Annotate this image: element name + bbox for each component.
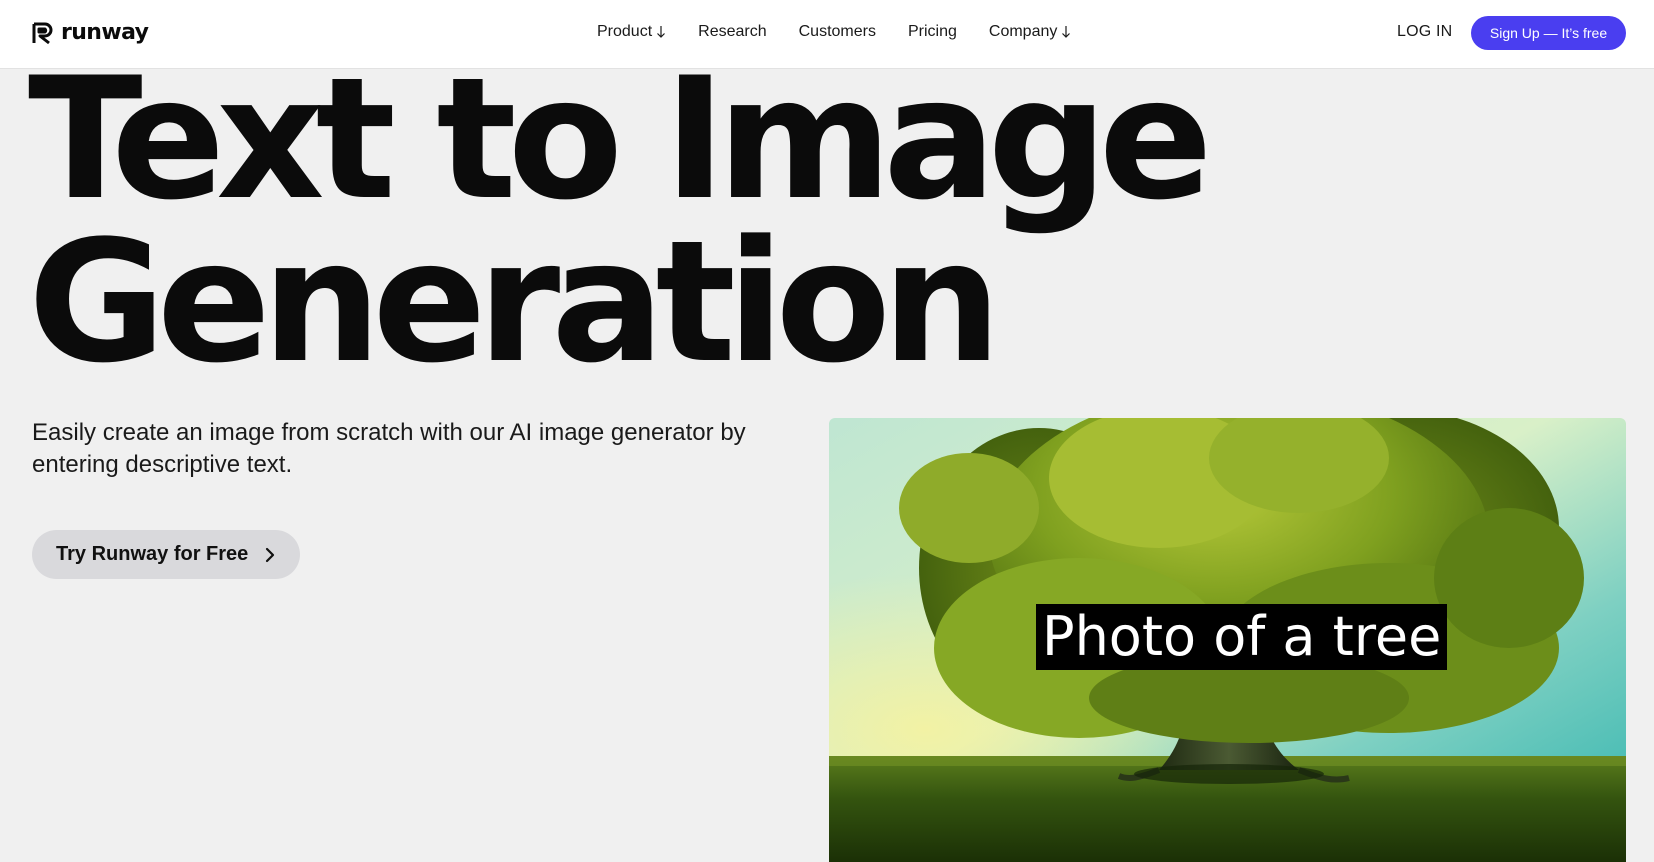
prompt-text-overlay: Photo of a tree xyxy=(1036,604,1448,670)
runway-logo[interactable]: runway xyxy=(31,19,149,47)
nav-item-label: Pricing xyxy=(907,23,957,40)
chevron-right-icon xyxy=(266,547,275,562)
cta-label: Try Runway for Free xyxy=(56,543,249,565)
nav-item-label: Product xyxy=(597,23,653,40)
hero-description: Easily create an image from scratch with… xyxy=(32,419,746,478)
canopy xyxy=(899,418,1584,743)
hero-title-line-1: Text to Image xyxy=(28,41,1213,237)
hero-title-line-2: Generation xyxy=(28,204,1002,400)
nav-item-customers[interactable]: Customers xyxy=(799,20,876,44)
try-runway-button[interactable]: Try Runway for Free xyxy=(32,530,301,579)
nav-item-pricing[interactable]: Pricing xyxy=(908,20,957,44)
top-navigation-bar: runway Product Research Customers Pricin… xyxy=(0,0,1654,69)
nav-item-research[interactable]: Research xyxy=(698,20,766,44)
runway-logo-icon xyxy=(32,22,53,45)
arrow-down-icon xyxy=(657,26,666,38)
nav-item-label: Research xyxy=(698,23,767,40)
hero-title: Text to Image Generation xyxy=(28,41,1213,400)
logo-text: runway xyxy=(61,20,149,45)
main-nav: Product Research Customers Pricing Compa… xyxy=(597,20,1071,44)
nav-item-product[interactable]: Product xyxy=(597,20,666,44)
generated-image-panel: Photo of a tree xyxy=(829,418,1626,862)
nav-item-label: Company xyxy=(988,23,1058,40)
nav-item-company[interactable]: Company xyxy=(989,20,1071,44)
login-link[interactable]: LOG IN xyxy=(1397,20,1452,44)
signup-button[interactable]: Sign Up — It’s free xyxy=(1471,16,1626,50)
nav-item-label: Customers xyxy=(798,23,876,40)
arrow-down-icon xyxy=(1062,26,1071,38)
